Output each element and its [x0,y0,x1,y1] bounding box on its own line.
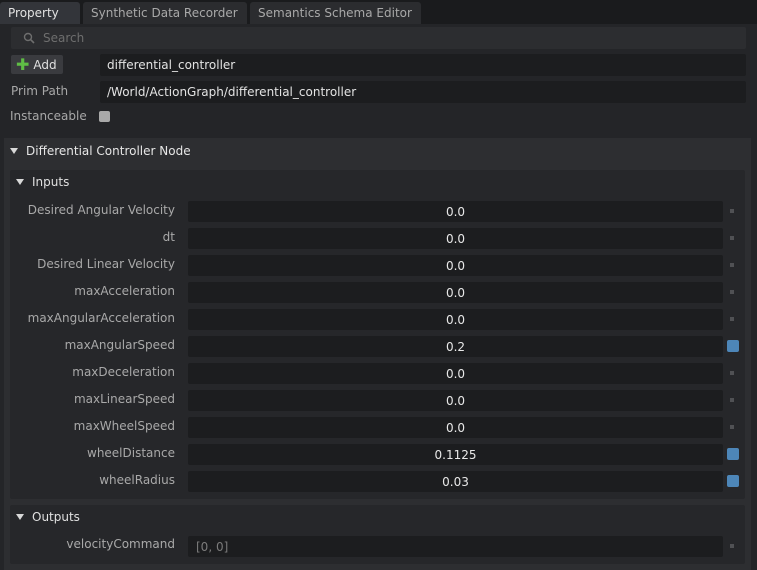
search-bar[interactable] [11,27,746,49]
search-icon [23,32,35,44]
input-value-field[interactable]: 0.2 [188,336,723,357]
inputs-section-header[interactable]: Inputs [10,170,69,194]
instanceable-checkbox[interactable] [99,111,110,122]
input-label: maxAngularAcceleration [27,311,175,325]
input-label: maxDeceleration [72,365,175,379]
input-label: maxAngularSpeed [64,338,175,352]
modified-indicator[interactable] [727,448,739,460]
prim-name-field[interactable]: differential_controller [100,54,746,76]
input-label: Desired Angular Velocity [27,203,175,217]
instanceable-label: Instanceable [10,109,87,123]
collapse-triangle-icon [16,514,24,520]
modified-indicator[interactable] [727,475,739,487]
input-label: wheelDistance [87,446,175,460]
property-window: Property Synthetic Data Recorder Semanti… [0,0,757,570]
input-value-field[interactable]: 0.0 [188,363,723,384]
outputs-section-header[interactable]: Outputs [10,505,80,529]
input-value-field[interactable]: 0.0 [188,228,723,249]
default-indicator [730,398,734,402]
tab-property[interactable]: Property [0,2,80,24]
prim-path-label: Prim Path [11,84,69,98]
input-label: wheelRadius [99,473,175,487]
input-value-field[interactable]: 0.0 [188,255,723,276]
input-value-field[interactable]: 0.0 [188,390,723,411]
inputs-section-title: Inputs [32,175,70,189]
default-indicator [730,317,734,321]
input-value-field[interactable]: 0.1125 [188,444,723,465]
default-indicator [730,290,734,294]
default-indicator [730,371,734,375]
input-value-field[interactable]: 0.0 [188,201,723,222]
input-value-field[interactable]: 0.0 [188,309,723,330]
input-label: dt [162,230,175,244]
search-input[interactable] [43,31,723,45]
tab-bar: Property Synthetic Data Recorder Semanti… [0,0,757,24]
default-indicator [730,236,734,240]
add-button[interactable]: ✚ Add [11,55,63,74]
default-indicator [730,209,734,213]
node-section-header[interactable]: Differential Controller Node [4,138,751,164]
tab-semantics-schema-editor[interactable]: Semantics Schema Editor [250,2,421,24]
outputs-section-title: Outputs [32,510,80,524]
default-indicator [730,544,734,548]
prim-path-field[interactable]: /World/ActionGraph/differential_controll… [100,81,746,103]
collapse-triangle-icon [10,148,18,154]
default-indicator [730,263,734,267]
input-label: maxAcceleration [74,284,175,298]
input-value-field[interactable]: 0.0 [188,417,723,438]
input-label: Desired Linear Velocity [37,257,175,271]
input-value-field[interactable]: 0.0 [188,282,723,303]
input-label: maxWheelSpeed [73,419,175,433]
output-label: velocityCommand [66,537,175,551]
modified-indicator[interactable] [727,340,739,352]
output-value-field: [0, 0] [188,536,723,557]
add-button-label: Add [33,57,57,72]
input-value-field[interactable]: 0.03 [188,471,723,492]
tab-synthetic-data-recorder[interactable]: Synthetic Data Recorder [83,2,247,24]
plus-icon: ✚ [16,54,30,74]
input-label: maxLinearSpeed [73,392,175,406]
collapse-triangle-icon [16,179,24,185]
default-indicator [730,425,734,429]
node-section-title: Differential Controller Node [26,144,191,158]
